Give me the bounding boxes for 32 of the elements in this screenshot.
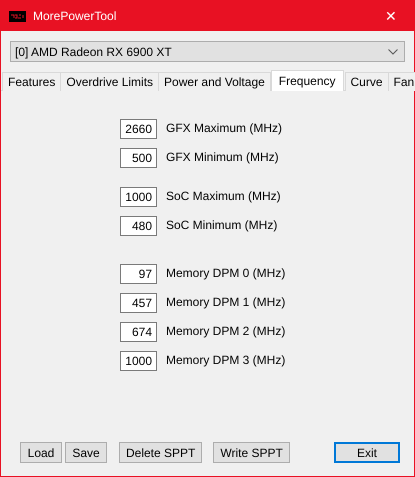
input-field[interactable]: 457 xyxy=(120,293,157,313)
action-button[interactable]: Exit xyxy=(334,442,400,463)
input-field[interactable]: 480 xyxy=(120,216,157,236)
action-button[interactable]: Delete SPPT xyxy=(119,442,202,463)
input-field[interactable]: 674 xyxy=(120,322,157,342)
input-field[interactable]: 500 xyxy=(120,148,157,168)
field-label: Memory DPM 1 (MHz) xyxy=(166,294,286,309)
tab[interactable]: Frequency xyxy=(270,70,344,91)
input-field[interactable]: 1000 xyxy=(120,351,157,371)
field-label: GFX Minimum (MHz) xyxy=(166,149,279,164)
field-label: Memory DPM 2 (MHz) xyxy=(166,323,286,338)
tab[interactable]: Overdrive Limits xyxy=(60,72,160,91)
app-logo-icon xyxy=(9,10,26,22)
field-label: GFX Maximum (MHz) xyxy=(166,120,282,135)
close-button[interactable]: ✕ xyxy=(368,1,414,31)
field-label: SoC Minimum (MHz) xyxy=(166,217,278,232)
input-field[interactable]: 1000 xyxy=(120,187,157,207)
action-button[interactable]: Write SPPT xyxy=(213,442,290,463)
tab[interactable]: Features xyxy=(2,72,62,91)
input-field[interactable]: 2660 xyxy=(120,119,157,139)
action-button[interactable]: Load xyxy=(20,442,62,463)
caret-icon xyxy=(388,48,398,54)
tab[interactable]: Fan xyxy=(388,72,415,91)
field-label: Memory DPM 3 (MHz) xyxy=(166,352,286,367)
window-title: MorePowerTool xyxy=(33,9,118,23)
tab[interactable]: Curve xyxy=(344,72,389,91)
tab[interactable]: Power and Voltage xyxy=(158,72,271,91)
action-button[interactable]: Save xyxy=(65,442,107,463)
field-label: SoC Maximum (MHz) xyxy=(166,188,281,203)
device-dropdown[interactable]: [0] AMD Radeon RX 6900 XT xyxy=(10,41,405,62)
input-field[interactable]: 97 xyxy=(120,264,157,284)
field-label: Memory DPM 0 (MHz) xyxy=(166,265,286,280)
